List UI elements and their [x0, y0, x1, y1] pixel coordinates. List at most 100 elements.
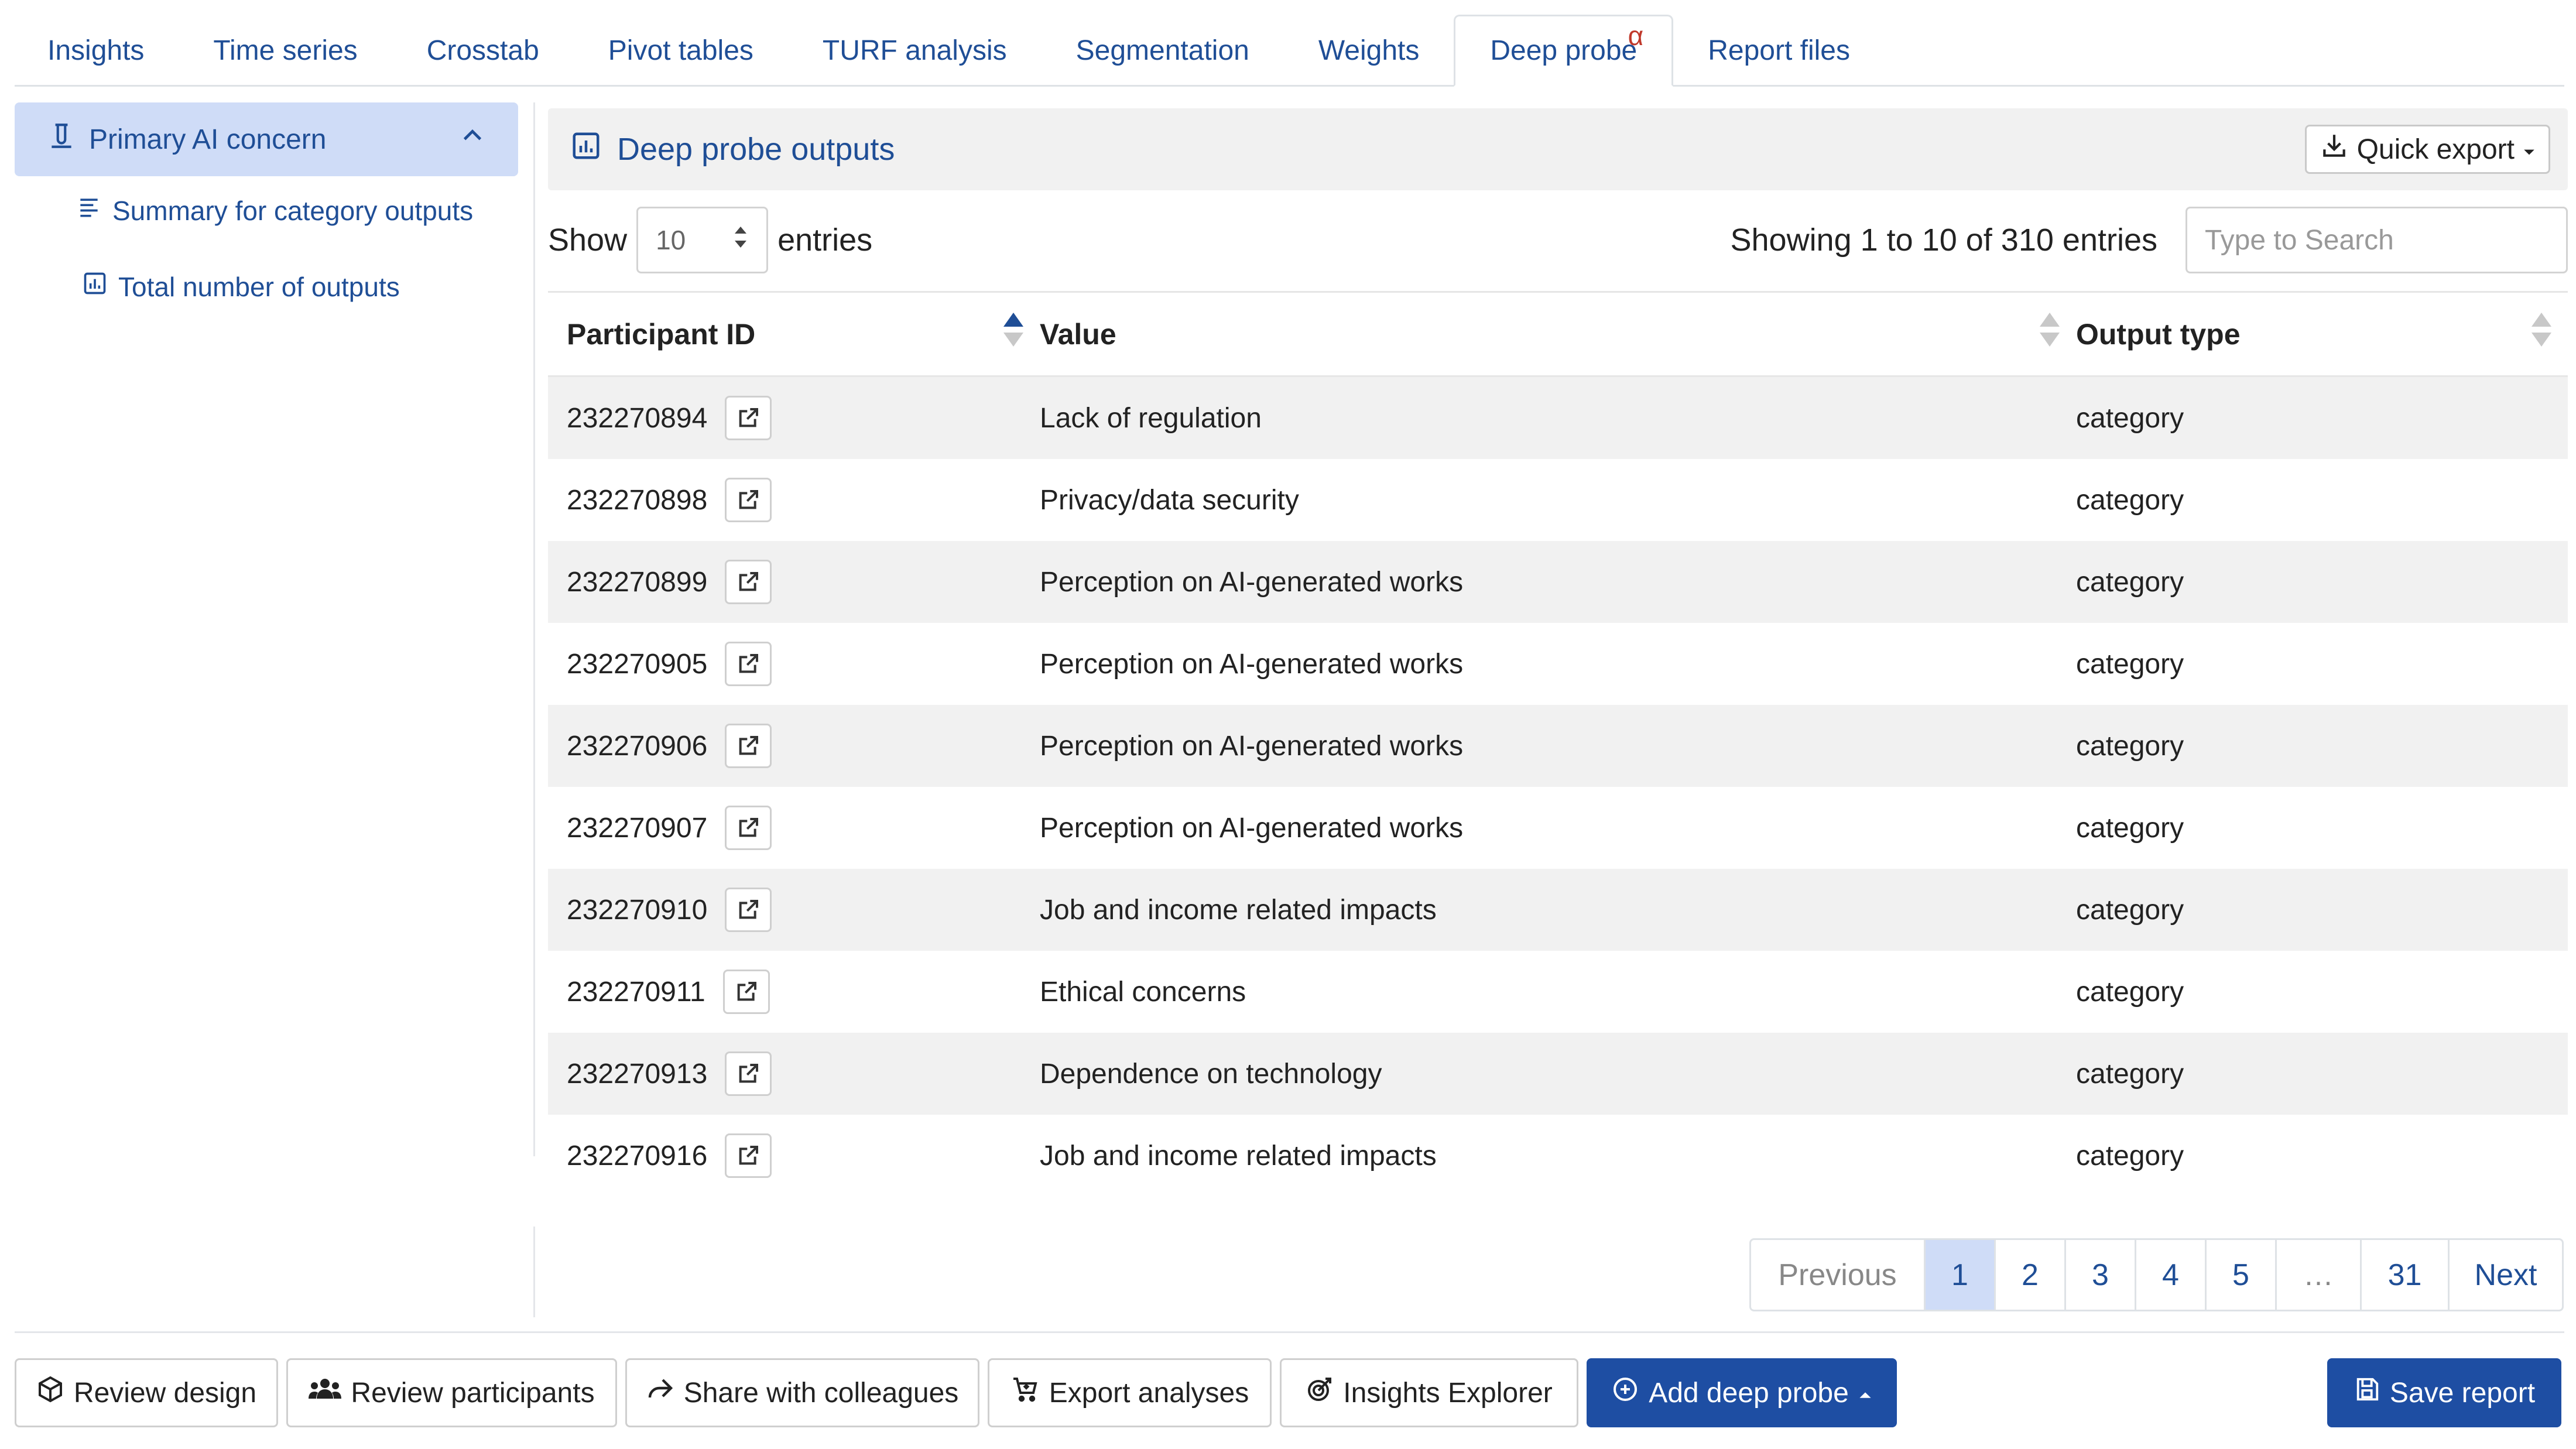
button-label: Insights Explorer	[1343, 1377, 1553, 1409]
next-button[interactable]: Next	[2448, 1240, 2562, 1310]
export-analyses-button[interactable]: Export analyses	[988, 1358, 1272, 1427]
button-label: Review participants	[351, 1377, 595, 1409]
external-link-icon[interactable]	[725, 1051, 772, 1096]
previous-button[interactable]: Previous	[1751, 1240, 1924, 1310]
value-text: Job and income related impacts	[1040, 894, 1437, 926]
value-text: Job and income related impacts	[1040, 1140, 1437, 1171]
sidebar-item-primary-ai-concern[interactable]: Primary AI concern	[15, 102, 518, 176]
output-type-text: category	[2076, 484, 2184, 516]
cell-participant-id: 232270899	[548, 541, 1040, 623]
review-design-button[interactable]: Review design	[15, 1358, 278, 1427]
target-icon	[1306, 1375, 1334, 1410]
button-label: Share with colleagues	[683, 1377, 959, 1409]
page-1[interactable]: 1	[1924, 1240, 1994, 1310]
cell-output-type: category	[2076, 869, 2568, 951]
participant-id: 232270916	[567, 1140, 708, 1171]
table-info-search: Showing 1 to 10 of 310 entries	[1730, 207, 2568, 273]
caret-down-icon	[2523, 133, 2536, 166]
participant-id: 232270910	[567, 894, 708, 926]
sidebar-item-summary[interactable]: Summary for category outputs	[76, 194, 473, 227]
tab-time-series[interactable]: Time series	[179, 15, 392, 87]
table-row: 232270911 Ethical concerns category	[548, 951, 2568, 1033]
participant-id: 232270899	[567, 566, 708, 598]
tab-weights[interactable]: Weights	[1284, 15, 1454, 87]
chevron-up-icon[interactable]	[459, 122, 486, 156]
sidebar: Primary AI concern Summary for category …	[15, 102, 518, 302]
share-icon	[646, 1375, 674, 1410]
tab-report-files[interactable]: Report files	[1673, 15, 1885, 87]
value-text: Lack of regulation	[1040, 402, 1262, 434]
share-button[interactable]: Share with colleagues	[625, 1358, 979, 1427]
page-5[interactable]: 5	[2205, 1240, 2275, 1310]
page-31[interactable]: 31	[2360, 1240, 2448, 1310]
tab-segmentation[interactable]: Segmentation	[1042, 15, 1284, 87]
tab-label: Pivot tables	[608, 35, 753, 66]
external-link-icon[interactable]	[725, 396, 772, 440]
header-participant-id[interactable]: Participant ID	[548, 293, 1040, 375]
tab-bar: Insights Time series Crosstab Pivot tabl…	[15, 13, 2564, 87]
external-link-icon[interactable]	[725, 888, 772, 932]
sidebar-item-label: Total number of outputs	[118, 271, 400, 302]
cell-participant-id: 232270916	[548, 1115, 1040, 1197]
cell-value: Perception on AI-generated works	[1040, 705, 2076, 787]
output-type-text: category	[2076, 812, 2184, 844]
tab-label: Report files	[1708, 35, 1850, 66]
download-icon	[2320, 131, 2349, 167]
cell-output-type: category	[2076, 705, 2568, 787]
page-3[interactable]: 3	[2064, 1240, 2135, 1310]
tab-label: Weights	[1318, 35, 1420, 66]
header-output-type[interactable]: Output type	[2076, 293, 2568, 375]
tab-turf-analysis[interactable]: TURF analysis	[788, 15, 1042, 87]
tab-label: Segmentation	[1075, 35, 1249, 66]
review-participants-button[interactable]: Review participants	[286, 1358, 617, 1427]
quick-export-label: Quick export	[2356, 133, 2515, 165]
external-link-icon[interactable]	[725, 806, 772, 850]
page-4[interactable]: 4	[2135, 1240, 2205, 1310]
value-text: Dependence on technology	[1040, 1058, 1382, 1090]
pagination: Previous 1 2 3 4 5… 31 Next	[1749, 1238, 2564, 1311]
external-link-icon[interactable]	[725, 1133, 772, 1178]
table-row: 232270894 Lack of regulation category	[548, 377, 2568, 459]
header-value[interactable]: Value	[1040, 293, 2076, 375]
insights-explorer-button[interactable]: Insights Explorer	[1280, 1358, 1578, 1427]
sidebar-item-total-outputs[interactable]: Total number of outputs	[82, 270, 400, 303]
output-type-text: category	[2076, 976, 2184, 1008]
tab-pivot-tables[interactable]: Pivot tables	[574, 15, 788, 87]
save-report-button[interactable]: Save report	[2327, 1358, 2561, 1427]
external-link-icon[interactable]	[725, 560, 772, 604]
table-row: 232270899 Perception on AI-generated work…	[548, 541, 2568, 623]
output-type-text: category	[2076, 894, 2184, 926]
cell-participant-id: 232270910	[548, 869, 1040, 951]
output-type-text: category	[2076, 566, 2184, 598]
external-link-icon[interactable]	[725, 642, 772, 686]
add-deep-probe-button[interactable]: Add deep probe	[1587, 1358, 1897, 1427]
external-link-icon[interactable]	[725, 478, 772, 522]
tab-label: TURF analysis	[822, 35, 1007, 66]
outputs-table: Participant ID Value Output type 2322708…	[548, 291, 2568, 1197]
tab-crosstab[interactable]: Crosstab	[392, 15, 574, 87]
button-label: Add deep probe	[1649, 1377, 1849, 1409]
tab-insights[interactable]: Insights	[15, 15, 179, 87]
cell-output-type: category	[2076, 951, 2568, 1033]
entries-select[interactable]: 10	[636, 207, 769, 273]
sidebar-divider	[533, 1227, 535, 1317]
external-link-icon[interactable]	[725, 724, 772, 768]
cell-value: Privacy/data security	[1040, 459, 2076, 541]
list-icon	[76, 194, 102, 227]
entries-label: entries	[777, 222, 873, 258]
search-input[interactable]	[2186, 207, 2568, 273]
page-2[interactable]: 2	[1994, 1240, 2064, 1310]
cart-icon	[1010, 1375, 1040, 1410]
table-row: 232270906 Perception on AI-generated work…	[548, 705, 2568, 787]
value-text: Perception on AI-generated works	[1040, 648, 1464, 680]
table-row: 232270905 Perception on AI-generated work…	[548, 623, 2568, 705]
cell-value: Perception on AI-generated works	[1040, 541, 2076, 623]
sidebar-divider	[533, 102, 535, 1156]
quick-export-button[interactable]: Quick export	[2304, 125, 2550, 174]
tab-deep-probe[interactable]: Deep probe α	[1454, 15, 1674, 87]
button-label: Save report	[2389, 1377, 2536, 1409]
cell-participant-id: 232270913	[548, 1033, 1040, 1115]
participant-id: 232270906	[567, 730, 708, 762]
external-link-icon[interactable]	[722, 970, 770, 1014]
participant-id: 232270898	[567, 484, 708, 516]
